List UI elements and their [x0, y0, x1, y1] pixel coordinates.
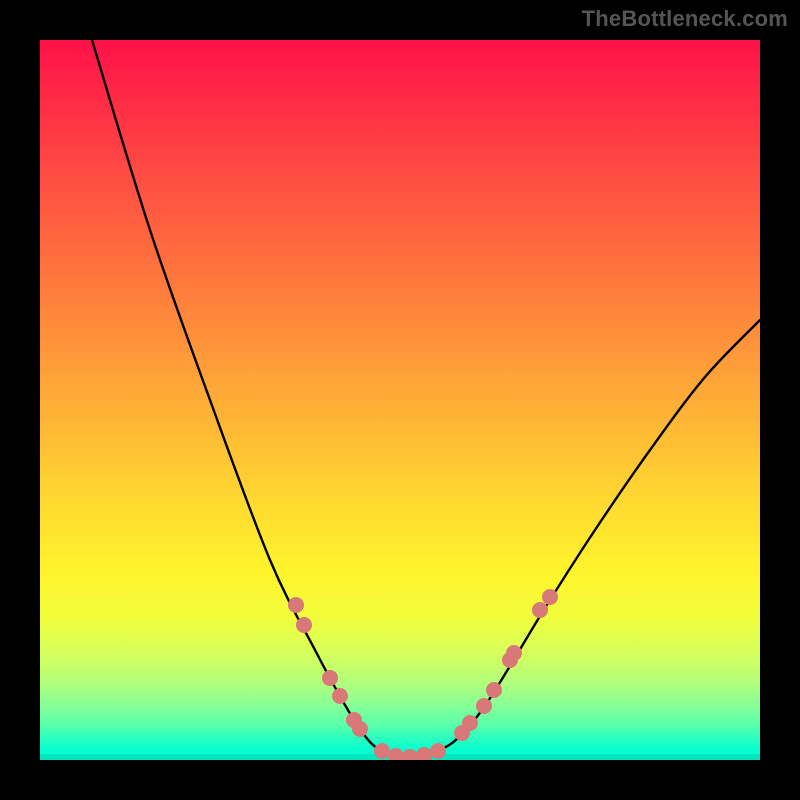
highlight-dot: [388, 748, 404, 760]
highlight-dot: [430, 743, 446, 759]
highlight-dot: [416, 747, 432, 760]
highlight-dot: [352, 721, 368, 737]
highlight-dot: [532, 602, 548, 618]
highlight-dot: [476, 698, 492, 714]
overlay-svg: [40, 40, 760, 760]
highlight-dot: [288, 597, 304, 613]
highlight-dot: [322, 670, 338, 686]
highlight-dot: [402, 749, 418, 760]
highlight-dot: [296, 617, 312, 633]
bottleneck-curve: [92, 40, 760, 758]
highlight-dot: [374, 743, 390, 759]
highlight-dot: [462, 715, 478, 731]
dots-group: [288, 589, 558, 760]
highlight-dot: [332, 688, 348, 704]
watermark-text: TheBottleneck.com: [582, 6, 788, 32]
plot-area: [40, 40, 760, 760]
highlight-dot: [542, 589, 558, 605]
highlight-dot: [506, 645, 522, 661]
highlight-dot: [486, 682, 502, 698]
chart-stage: TheBottleneck.com: [0, 0, 800, 800]
